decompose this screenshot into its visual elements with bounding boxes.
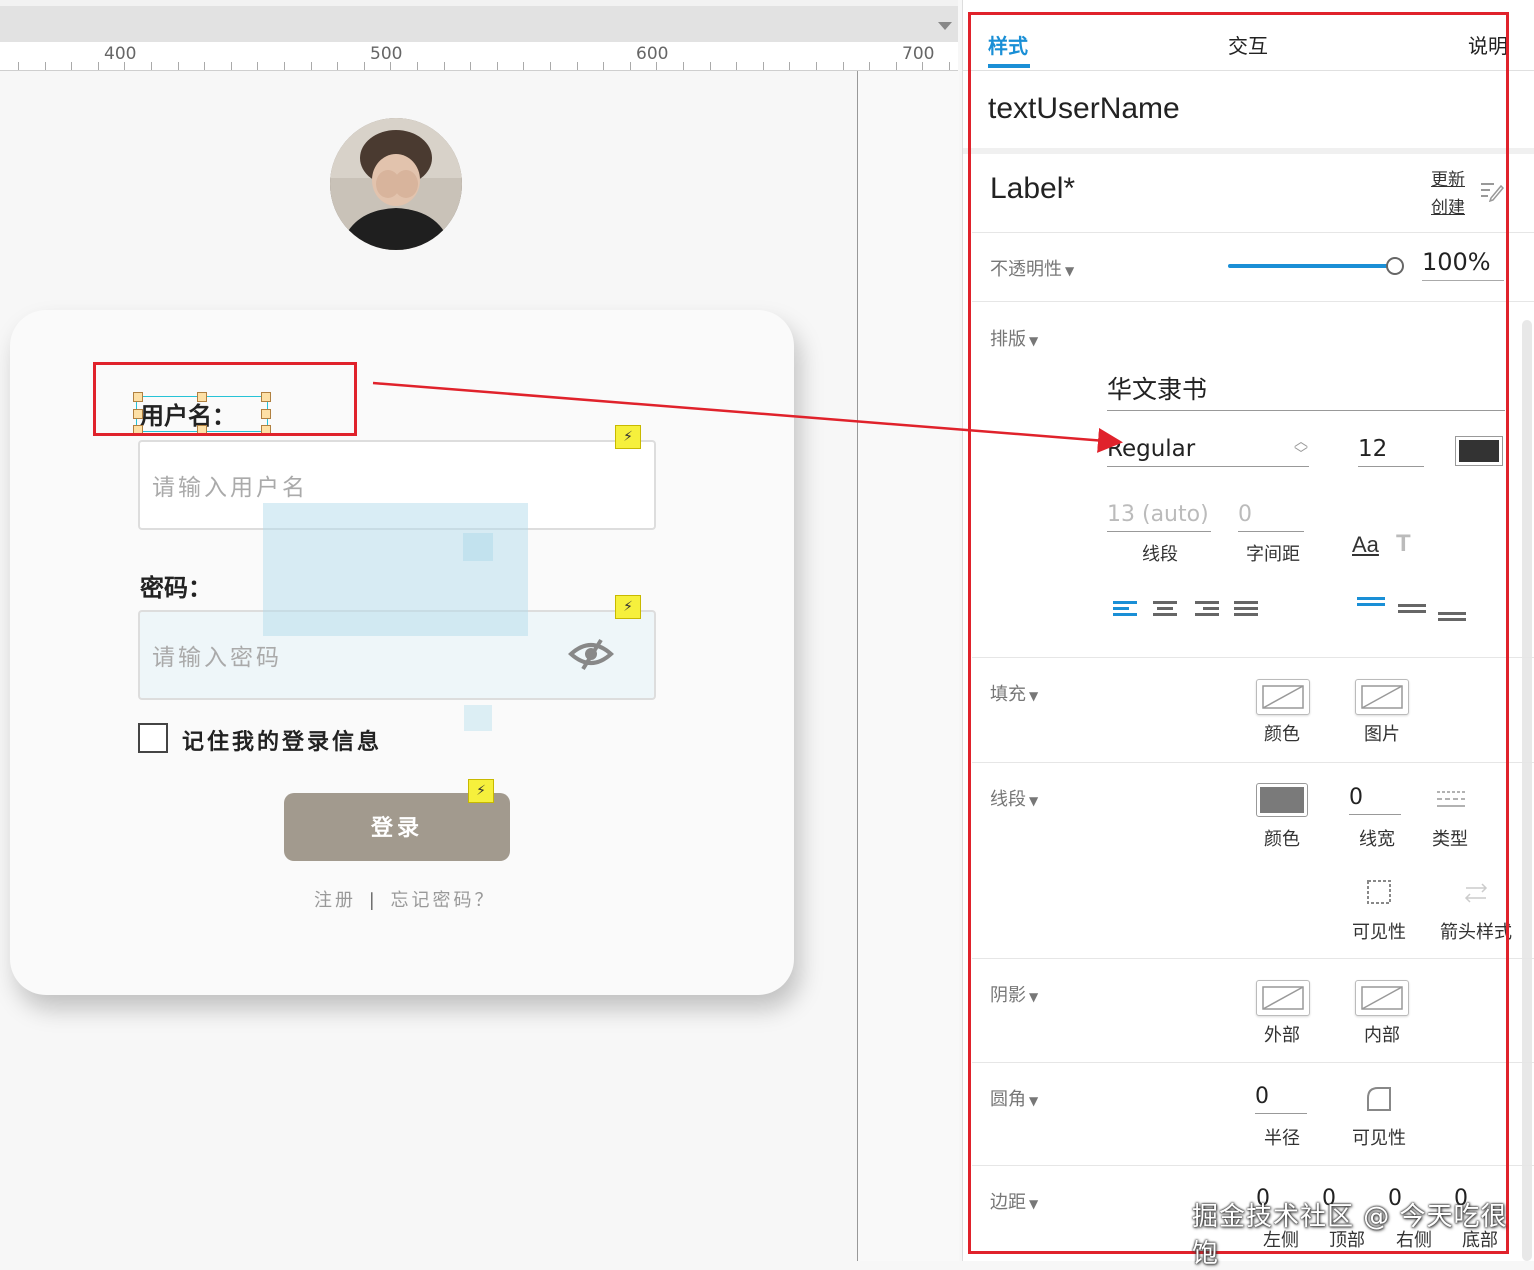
ruler-tick xyxy=(523,62,525,70)
ruler-tick xyxy=(390,62,392,70)
bottom-links: 注册 | 忘记密码？ xyxy=(314,886,496,912)
watermark: 掘金技术社区 @ 今天吃很饱 xyxy=(1192,1202,1508,1269)
ruler-tick xyxy=(762,62,764,70)
annotation-panel-red-box xyxy=(968,12,1509,1254)
drag-ghost-square xyxy=(464,705,492,731)
ruler-label-500: 500 xyxy=(370,44,403,64)
remember-checkbox[interactable] xyxy=(138,723,168,753)
link-separator: | xyxy=(368,890,378,911)
ruler-tick xyxy=(550,62,551,70)
ruler-tick xyxy=(629,62,631,70)
ruler-tick xyxy=(842,62,844,70)
canvas-page-boundary xyxy=(857,71,959,1261)
panel-scrollbar[interactable] xyxy=(1522,320,1532,1261)
forgot-password-link[interactable]: 忘记密码？ xyxy=(391,890,496,911)
ruler-tick xyxy=(151,62,152,70)
annotation-red-box xyxy=(93,362,357,436)
ruler-tick xyxy=(656,62,658,70)
interaction-bolt-icon[interactable]: ⚡ xyxy=(615,425,641,449)
login-button[interactable]: 登录 xyxy=(284,793,510,861)
password-placeholder: 请输入密码 xyxy=(152,645,282,671)
ruler-tick xyxy=(337,62,339,70)
ruler-tick xyxy=(204,62,206,70)
ruler-tick xyxy=(257,62,259,70)
drag-ghost-overlay xyxy=(263,503,528,636)
ruler-tick xyxy=(949,62,950,70)
ruler-tick xyxy=(736,62,738,70)
ruler-label-400: 400 xyxy=(104,44,137,64)
ruler-tick xyxy=(816,62,817,70)
ruler-tick xyxy=(177,62,179,70)
remember-label[interactable]: 记住我的登录信息 xyxy=(182,724,382,756)
ruler-tick xyxy=(71,62,73,70)
ruler-tick xyxy=(789,62,791,70)
password-label[interactable]: 密码： xyxy=(140,568,212,603)
avatar[interactable] xyxy=(330,118,462,250)
canvas-top-strip-highlight xyxy=(0,0,958,6)
ruler-tick xyxy=(18,62,19,70)
ruler-tick xyxy=(869,62,871,70)
ruler-tick xyxy=(363,62,365,70)
ruler-tick xyxy=(124,62,126,70)
ruler-tick xyxy=(895,62,897,70)
ruler-tick xyxy=(576,62,578,70)
ruler-label-700: 700 xyxy=(902,44,935,64)
username-placeholder: 请输入用户名 xyxy=(152,475,308,501)
drag-ghost-square xyxy=(463,533,493,561)
ruler-tick xyxy=(44,62,46,70)
ruler-tick xyxy=(443,62,445,70)
ruler-tick xyxy=(470,62,472,70)
ruler-tick xyxy=(230,62,232,70)
horizontal-ruler[interactable]: 400 500 600 700 xyxy=(0,42,958,71)
ruler-tick xyxy=(310,62,312,70)
interaction-bolt-icon[interactable]: ⚡ xyxy=(468,779,494,803)
ruler-tick xyxy=(496,62,498,70)
eye-hidden-icon[interactable] xyxy=(567,636,615,672)
canvas-top-strip xyxy=(0,0,958,42)
ruler-tick xyxy=(97,62,99,70)
ruler-tick xyxy=(417,62,418,70)
register-link[interactable]: 注册 xyxy=(314,890,356,911)
ruler-tick xyxy=(284,62,285,70)
ruler-tick xyxy=(709,62,711,70)
interaction-bolt-icon[interactable]: ⚡ xyxy=(615,595,641,619)
page-dropdown-icon[interactable] xyxy=(938,22,952,30)
ruler-tick xyxy=(603,62,605,70)
ruler-label-600: 600 xyxy=(636,44,669,64)
ruler-tick xyxy=(683,62,684,70)
avatar-photo xyxy=(330,118,462,250)
ruler-tick xyxy=(922,62,924,70)
